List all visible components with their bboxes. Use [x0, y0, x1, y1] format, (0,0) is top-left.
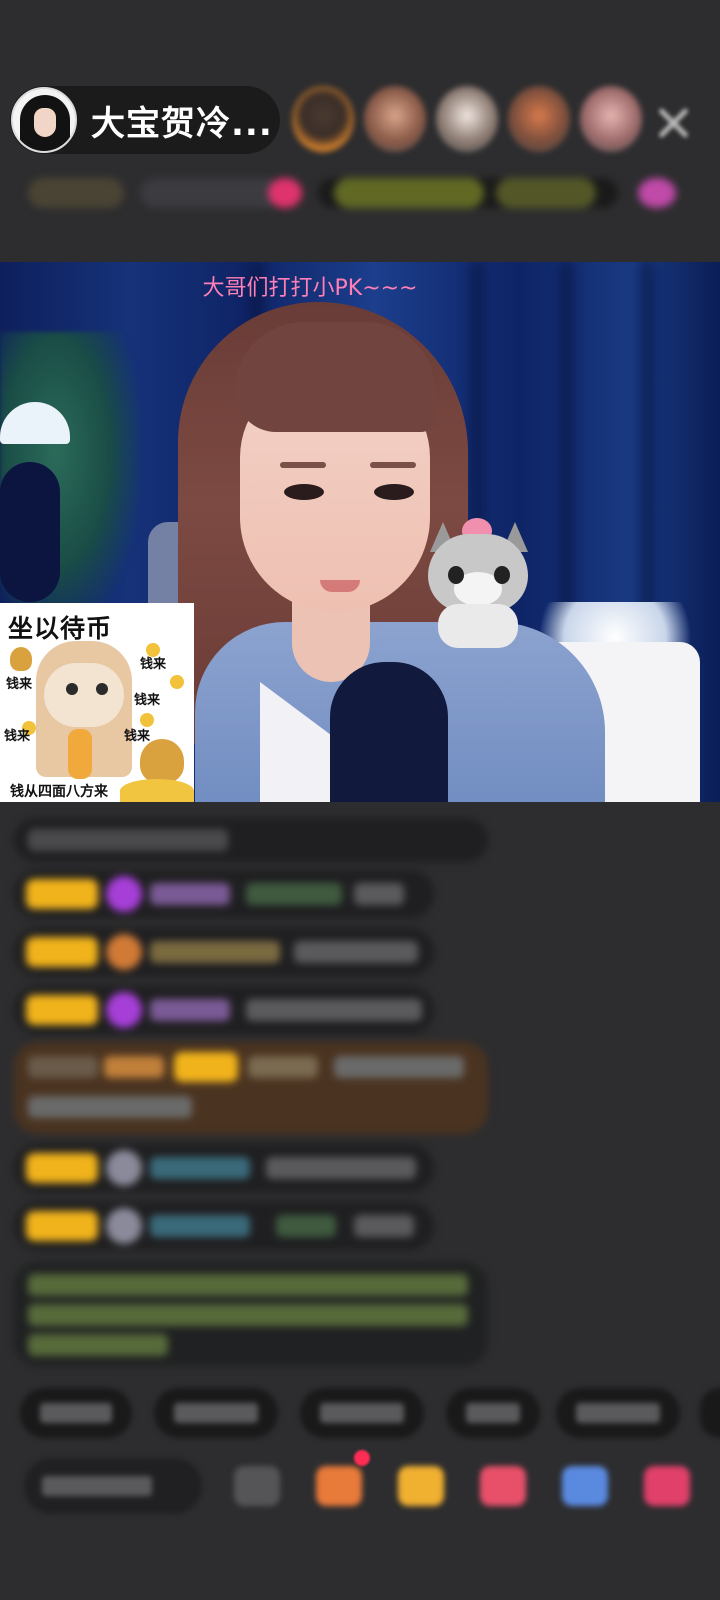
host-info-pill[interactable]: 大宝贺冷...: [10, 86, 280, 154]
host-name: 大宝贺冷...: [91, 103, 273, 144]
coin-sticker-card: 坐以待币 钱来 钱来 钱来 钱来 钱来 钱从四面八方来: [0, 603, 194, 802]
close-icon[interactable]: [650, 100, 696, 146]
quick-reply-chip[interactable]: [154, 1388, 278, 1438]
stats-bar: [22, 170, 698, 216]
notification-dot: [354, 1450, 370, 1466]
system-message: [14, 1262, 488, 1366]
cat-sticker: [424, 518, 534, 648]
viewer-avatar-2[interactable]: [364, 86, 426, 152]
game-icon[interactable]: [562, 1466, 608, 1506]
heart-gift-icon[interactable]: [480, 1466, 526, 1506]
stat-item: [140, 178, 282, 208]
viewer-avatar-1[interactable]: [292, 86, 354, 152]
more-gift-icon[interactable]: [644, 1466, 690, 1506]
chat-message: [14, 986, 434, 1034]
viewer-avatar-4[interactable]: [508, 86, 570, 152]
top-viewers-list: [292, 86, 642, 152]
stat-item: [28, 178, 124, 208]
sticker-label: 钱来: [124, 729, 151, 744]
live-video[interactable]: 大哥们打打小PK~~~ 坐以待币 钱来 钱来 钱来 钱来 钱来 钱从四面八方来: [0, 262, 720, 802]
sticker-bottom-text: 钱从四面八方来: [10, 784, 108, 800]
sticker-title: 坐以待币: [8, 614, 113, 643]
quick-reply-chip[interactable]: [20, 1388, 132, 1438]
host-avatar[interactable]: [11, 87, 77, 153]
chat-message: [14, 1144, 434, 1192]
stream-overlay-text: 大哥们打打小PK~~~: [202, 276, 418, 301]
eye-right: [374, 484, 414, 500]
microphone: [330, 662, 448, 802]
chat-input[interactable]: [24, 1458, 202, 1514]
viewer-avatar-5[interactable]: [580, 86, 642, 152]
eye-left: [284, 484, 324, 500]
treasure-icon[interactable]: [398, 1466, 444, 1506]
sticker-label: 钱来: [140, 657, 167, 672]
sticker-label: 钱来: [6, 677, 33, 692]
chat-message: [14, 1202, 434, 1250]
gift-icon[interactable]: [638, 178, 676, 208]
money-bag-icon: [140, 739, 184, 783]
quick-reply-chip[interactable]: [700, 1388, 720, 1438]
gift-box-icon[interactable]: [316, 1466, 362, 1506]
chat-message: [14, 928, 434, 976]
heat-icon: [268, 178, 302, 208]
sticker-label: 钱来: [4, 729, 31, 744]
emoji-icon[interactable]: [234, 1466, 280, 1506]
chat-message: [14, 818, 488, 862]
quick-reply-chip[interactable]: [446, 1388, 540, 1438]
viewer-avatar-3[interactable]: [436, 86, 498, 152]
stat-item: [334, 178, 484, 208]
gift-message: [14, 1042, 488, 1134]
stat-item: [496, 178, 596, 208]
sticker-label: 钱来: [134, 693, 161, 708]
quick-reply-chip[interactable]: [300, 1388, 424, 1438]
quick-reply-chip[interactable]: [556, 1388, 680, 1438]
money-bag-icon: [10, 647, 32, 671]
chat-message: [14, 870, 434, 918]
